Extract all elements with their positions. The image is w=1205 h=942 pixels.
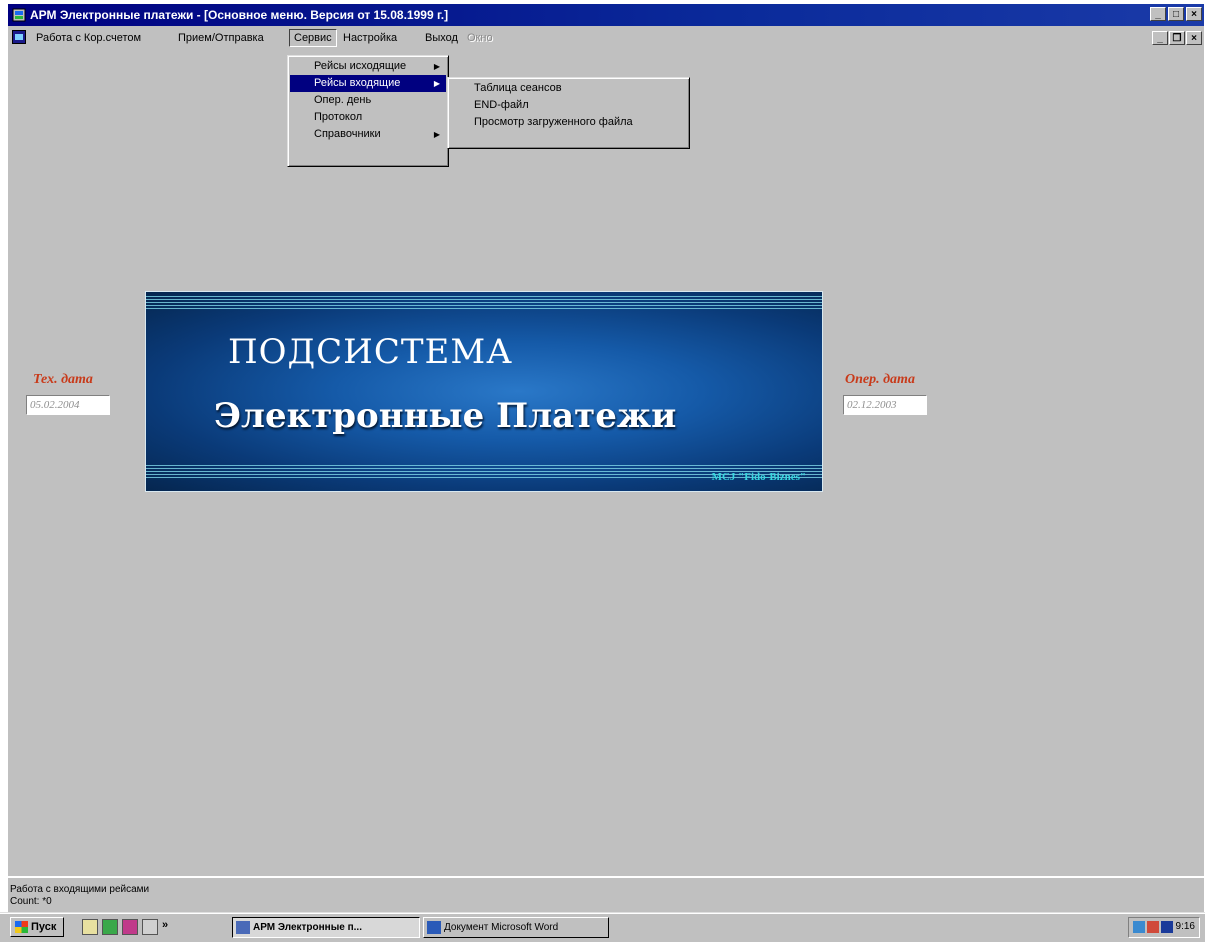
quicklaunch-desktop-icon[interactable] xyxy=(82,919,98,935)
start-label: Пуск xyxy=(31,921,57,933)
quicklaunch-excel-icon[interactable] xyxy=(102,919,118,935)
submenu-arrow-icon: ▶ xyxy=(433,79,440,88)
windows-logo-icon xyxy=(15,921,28,933)
desktop: АРМ Электронные платежи - [Основное меню… xyxy=(0,0,1205,942)
word-app-icon xyxy=(427,921,441,934)
menu-item-oper-day[interactable]: Опер. день xyxy=(290,92,446,109)
mdi-minimize-button[interactable]: _ xyxy=(1152,31,1168,45)
menu-priem-otpravka[interactable]: Прием/Отправка xyxy=(174,30,268,46)
mdi-close-button[interactable]: × xyxy=(1186,31,1202,45)
system-tray: 9:16 xyxy=(1128,917,1200,938)
status-text: Работа с входящими рейсами xyxy=(10,884,150,895)
mdi-restore-button[interactable]: ❐ xyxy=(1169,31,1185,45)
start-button[interactable]: Пуск xyxy=(10,917,64,937)
tray-network-icon[interactable] xyxy=(1133,921,1145,933)
app-icon[interactable] xyxy=(12,8,26,22)
mdi-window-icon[interactable] xyxy=(12,30,26,44)
tray-language-icon[interactable] xyxy=(1161,921,1173,933)
close-button[interactable]: × xyxy=(1186,7,1202,21)
main-window: АРМ Электронные платежи - [Основное меню… xyxy=(8,4,1204,912)
tray-app-icon[interactable] xyxy=(1147,921,1159,933)
banner-brand: МСЈ "Fido-Biznes" xyxy=(711,471,806,483)
maximize-button[interactable]: □ xyxy=(1168,7,1184,21)
task-arm-label: АРМ Электронные п... xyxy=(253,922,362,933)
service-menu: Рейсы исходящие ▶ Рейсы входящие ▶ Опер.… xyxy=(287,55,449,167)
menu-korschet[interactable]: Работа с Кор.счетом xyxy=(32,30,145,46)
task-word-label: Документ Microsoft Word xyxy=(444,922,559,933)
banner-title: ПОДСИСТЕМА xyxy=(228,332,513,372)
banner-stripes-top xyxy=(146,296,822,310)
menu-item-outgoing[interactable]: Рейсы исходящие ▶ xyxy=(290,58,446,75)
banner-subtitle: Электронные Платежи xyxy=(214,396,677,436)
menu-servis[interactable]: Сервис xyxy=(289,29,337,47)
title-bar[interactable]: АРМ Электронные платежи - [Основное меню… xyxy=(8,4,1204,26)
oper-date-field: 02.12.2003 xyxy=(843,395,927,415)
status-bar: Работа с входящими рейсами Count: *0 xyxy=(8,876,1204,914)
menu-item-protocol[interactable]: Протокол xyxy=(290,109,446,126)
window-title: АРМ Электронные платежи - [Основное меню… xyxy=(30,8,449,22)
submenu-arrow-icon: ▶ xyxy=(433,130,440,139)
taskbar: Пуск » АРМ Электронные п... Документ Mic… xyxy=(0,912,1205,942)
tech-date-label: Тех. дата xyxy=(33,372,93,387)
menu-item-protocol-label: Протокол xyxy=(314,111,363,123)
incoming-submenu: Таблица сеансов END-файл Просмотр загруж… xyxy=(447,77,690,149)
menu-nastroyka[interactable]: Настройка xyxy=(339,30,401,46)
task-arm-button[interactable]: АРМ Электронные п... xyxy=(232,917,420,938)
menu-bar: Работа с Кор.счетом Прием/Отправка Серви… xyxy=(8,28,1204,48)
menu-item-outgoing-label: Рейсы исходящие xyxy=(314,60,407,72)
menu-item-oper-day-label: Опер. день xyxy=(314,94,372,106)
menu-item-incoming-label: Рейсы входящие xyxy=(314,77,401,89)
quicklaunch-app-icon[interactable] xyxy=(142,919,158,935)
menu-item-references-label: Справочники xyxy=(314,128,381,140)
menu-item-incoming[interactable]: Рейсы входящие ▶ xyxy=(290,75,446,92)
clock[interactable]: 9:16 xyxy=(1176,921,1195,932)
tech-date-field: 05.02.2004 xyxy=(26,395,110,415)
submenu-arrow-icon: ▶ xyxy=(433,62,440,71)
menu-item-end-file[interactable]: END-файл xyxy=(450,97,687,114)
oper-date-label: Опер. дата xyxy=(845,372,915,387)
menu-item-view-loaded-file[interactable]: Просмотр загруженного файла xyxy=(450,114,687,131)
quicklaunch-access-icon[interactable] xyxy=(122,919,138,935)
menu-item-references[interactable]: Справочники ▶ xyxy=(290,126,446,143)
menu-vyhod[interactable]: Выход xyxy=(421,30,462,46)
menu-okno: Окно xyxy=(467,32,493,44)
minimize-button[interactable]: _ xyxy=(1150,7,1166,21)
subsystem-banner: ПОДСИСТЕМА Электронные Платежи МСЈ "Fido… xyxy=(145,291,823,492)
arm-app-icon xyxy=(236,921,250,934)
quicklaunch-more-chevron-icon[interactable]: » xyxy=(162,919,168,931)
menu-item-session-table[interactable]: Таблица сеансов xyxy=(450,80,687,97)
task-word-button[interactable]: Документ Microsoft Word xyxy=(423,917,609,938)
status-count: Count: *0 xyxy=(10,896,52,907)
